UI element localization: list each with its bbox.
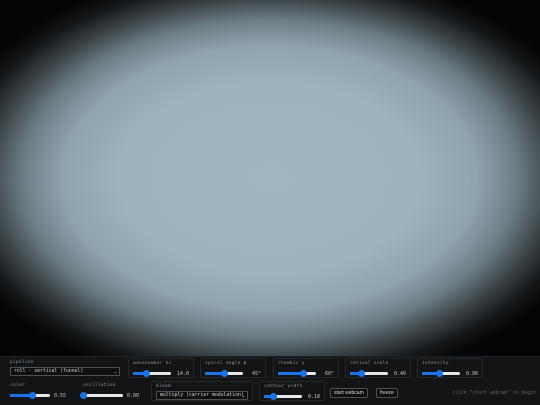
wavenumber-label: wavenumber k₀ — [133, 361, 172, 366]
stimulus-viewport — [0, 0, 540, 356]
intensity-slider[interactable] — [422, 370, 460, 377]
retinal-scale-control: retinal scale 0.40 — [345, 358, 411, 378]
wavenumber-control: wavenumber k₀ 14.0 — [128, 358, 194, 378]
wavenumber-value: 14.0 — [176, 370, 189, 377]
intensity-label: intensity — [422, 361, 449, 366]
chevron-down-icon: ⌄ — [241, 393, 245, 399]
oscillation-control: oscillation 0.00 — [79, 381, 143, 401]
chevron-down-icon: ⌄ — [113, 369, 117, 375]
rhombic-control: rhombic γ 60° — [273, 358, 339, 378]
retinal-scale-value: 0.40 — [393, 370, 406, 377]
blend-value: multiply (carrier modulation) — [160, 393, 244, 398]
rhombic-label: rhombic γ — [278, 361, 305, 366]
blend-select[interactable]: multiply (carrier modulation) ⌄ — [156, 391, 248, 400]
retinal-scale-slider[interactable] — [350, 370, 388, 377]
intensity-value: 0.90 — [465, 370, 478, 377]
blend-control: blend multiply (carrier modulation) ⌄ — [151, 381, 253, 401]
pipeline-label: pipeline — [10, 360, 34, 365]
spiral-angle-control: spiral angle φ 45° — [200, 358, 266, 378]
intensity-control: intensity 0.90 — [417, 358, 483, 378]
color-control: color 0.55 — [6, 381, 70, 401]
contour-width-value: 0.18 — [307, 393, 320, 400]
status-hint: click "start webcam" to begin — [452, 391, 536, 396]
spiral-angle-slider-thumb[interactable] — [220, 370, 228, 377]
retinal-scale-label: retinal scale — [350, 361, 389, 366]
oscillation-value: 0.00 — [126, 392, 139, 399]
rhombic-slider[interactable] — [278, 370, 316, 377]
intensity-slider-thumb[interactable] — [435, 370, 443, 377]
pipeline-value: roll · vertical (funnel) — [14, 369, 84, 374]
contour-width-control: contour width 0.18 — [259, 381, 325, 401]
rhombic-value: 60° — [324, 370, 334, 377]
wavenumber-slider[interactable] — [133, 370, 171, 377]
spiral-angle-value: 45° — [251, 370, 261, 377]
spiral-angle-slider[interactable] — [205, 370, 243, 377]
color-label: color — [10, 383, 25, 388]
color-slider[interactable] — [10, 392, 50, 399]
color-slider-thumb[interactable] — [28, 392, 36, 399]
contour-width-label: contour width — [264, 384, 303, 389]
oscillation-slider-thumb[interactable] — [79, 392, 87, 399]
retinal-scale-slider-thumb[interactable] — [357, 370, 365, 377]
oscillation-label: oscillation — [83, 383, 116, 388]
color-value: 0.55 — [53, 392, 66, 399]
blend-label: blend — [156, 384, 171, 389]
start-webcam-button[interactable]: start webcam — [330, 388, 368, 398]
contour-width-slider-thumb[interactable] — [270, 393, 277, 400]
pipeline-control: pipeline roll · vertical (funnel) ⌄ — [6, 358, 121, 378]
spiral-angle-label: spiral angle φ — [205, 361, 247, 366]
wavenumber-slider-thumb[interactable] — [142, 370, 150, 377]
freeze-button[interactable]: freeze — [376, 388, 398, 398]
pipeline-select[interactable]: roll · vertical (funnel) ⌄ — [10, 367, 120, 376]
oscillation-slider[interactable] — [79, 392, 123, 399]
contour-width-slider[interactable] — [264, 393, 302, 400]
rhombic-slider-thumb[interactable] — [299, 370, 307, 377]
